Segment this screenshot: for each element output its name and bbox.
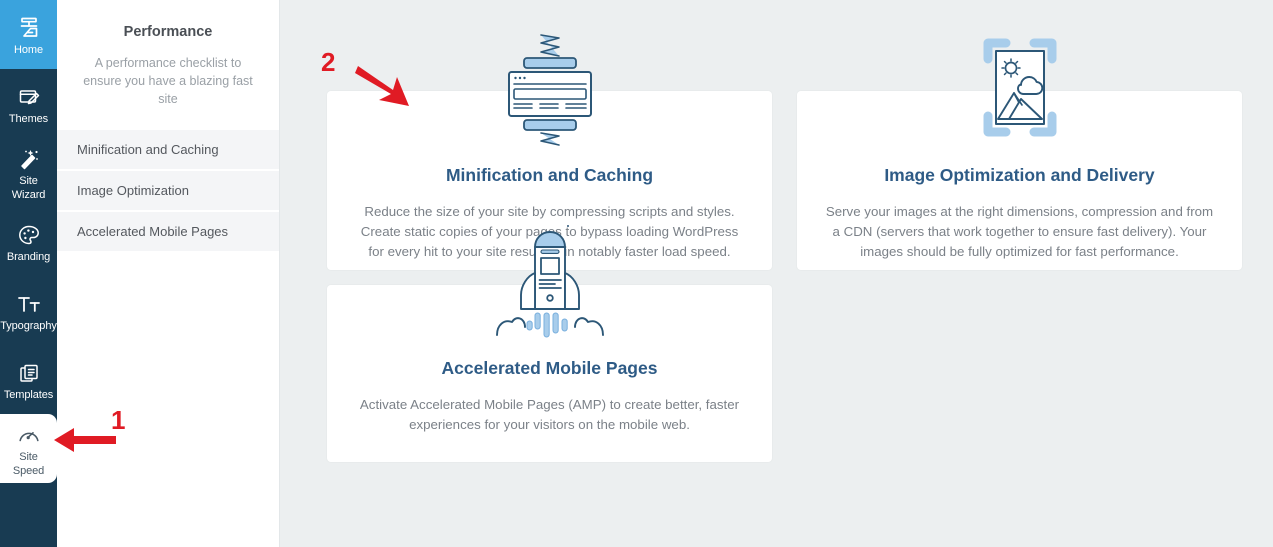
sidebar-item-label-site-wizard: Site [19, 174, 38, 187]
primary-sidebar: Home Themes Site Wizard Branding Typogra… [0, 0, 57, 547]
cards-grid: Minification and Caching Reduce the size… [327, 0, 1247, 462]
sidebar-item-templates[interactable]: Templates [0, 345, 57, 414]
card-description-accelerated-mobile-pages: Activate Accelerated Mobile Pages (AMP) … [359, 397, 740, 432]
branding-palette-icon [16, 221, 42, 249]
sidebar-item-label-branding: Branding [6, 250, 51, 263]
checklist-item-minification[interactable]: Minification and Caching [57, 130, 279, 171]
sidebar-item-site-wizard[interactable]: Site Wizard [0, 138, 57, 207]
rocket-mobile-icon [327, 223, 772, 343]
sidebar-item-label-home: Home [14, 43, 43, 56]
home-icon [16, 14, 42, 42]
checklist-item-accelerated-mobile-pages[interactable]: Accelerated Mobile Pages [57, 212, 279, 251]
accelerated-mobile-pages-card[interactable]: Accelerated Mobile Pages Activate Accele… [327, 225, 772, 462]
cards-row-2: Accelerated Mobile Pages Activate Accele… [327, 225, 1247, 462]
site-speed-gauge-icon [16, 421, 42, 449]
sidebar-item-themes[interactable]: Themes [0, 69, 57, 138]
sidebar-item-home[interactable]: Home [0, 0, 57, 69]
checklist-item-image-optimization[interactable]: Image Optimization [57, 171, 279, 212]
minification-compress-icon [327, 31, 772, 149]
performance-panel: Performance A performance checklist to e… [57, 0, 280, 547]
site-wizard-icon [16, 145, 42, 173]
sidebar-item-label-site-speed: Site [19, 450, 38, 463]
sidebar-item-label-typography: Typography [0, 319, 57, 332]
sidebar-item-site-speed[interactable]: Site Speed [0, 414, 57, 483]
templates-icon [16, 359, 42, 387]
sidebar-item-label-themes: Themes [8, 112, 49, 125]
themes-icon [16, 83, 42, 111]
sidebar-item-typography[interactable]: Typography [0, 276, 57, 345]
typography-icon [15, 290, 43, 318]
performance-checklist: Minification and Caching Image Optimizat… [57, 130, 279, 251]
sidebar-item-branding[interactable]: Branding [0, 207, 57, 276]
app-root: Home Themes Site Wizard Branding Typogra… [0, 0, 1273, 547]
sidebar-item-label-site-speed-2: Speed [12, 464, 45, 477]
sidebar-item-label-templates: Templates [3, 388, 54, 401]
card-description-image-optimization: Serve your images at the right dimension… [825, 204, 1214, 259]
image-optimization-and-delivery-card[interactable]: Image Optimization and Delivery Serve yo… [797, 38, 1242, 270]
main-content: Minification and Caching Reduce the size… [280, 0, 1273, 547]
image-optimization-icon [797, 31, 1242, 149]
panel-title: Performance [123, 24, 213, 40]
panel-subtitle: A performance checklist to ensure you ha… [83, 56, 253, 106]
sidebar-item-label-site-wizard-2: Wizard [11, 188, 46, 201]
